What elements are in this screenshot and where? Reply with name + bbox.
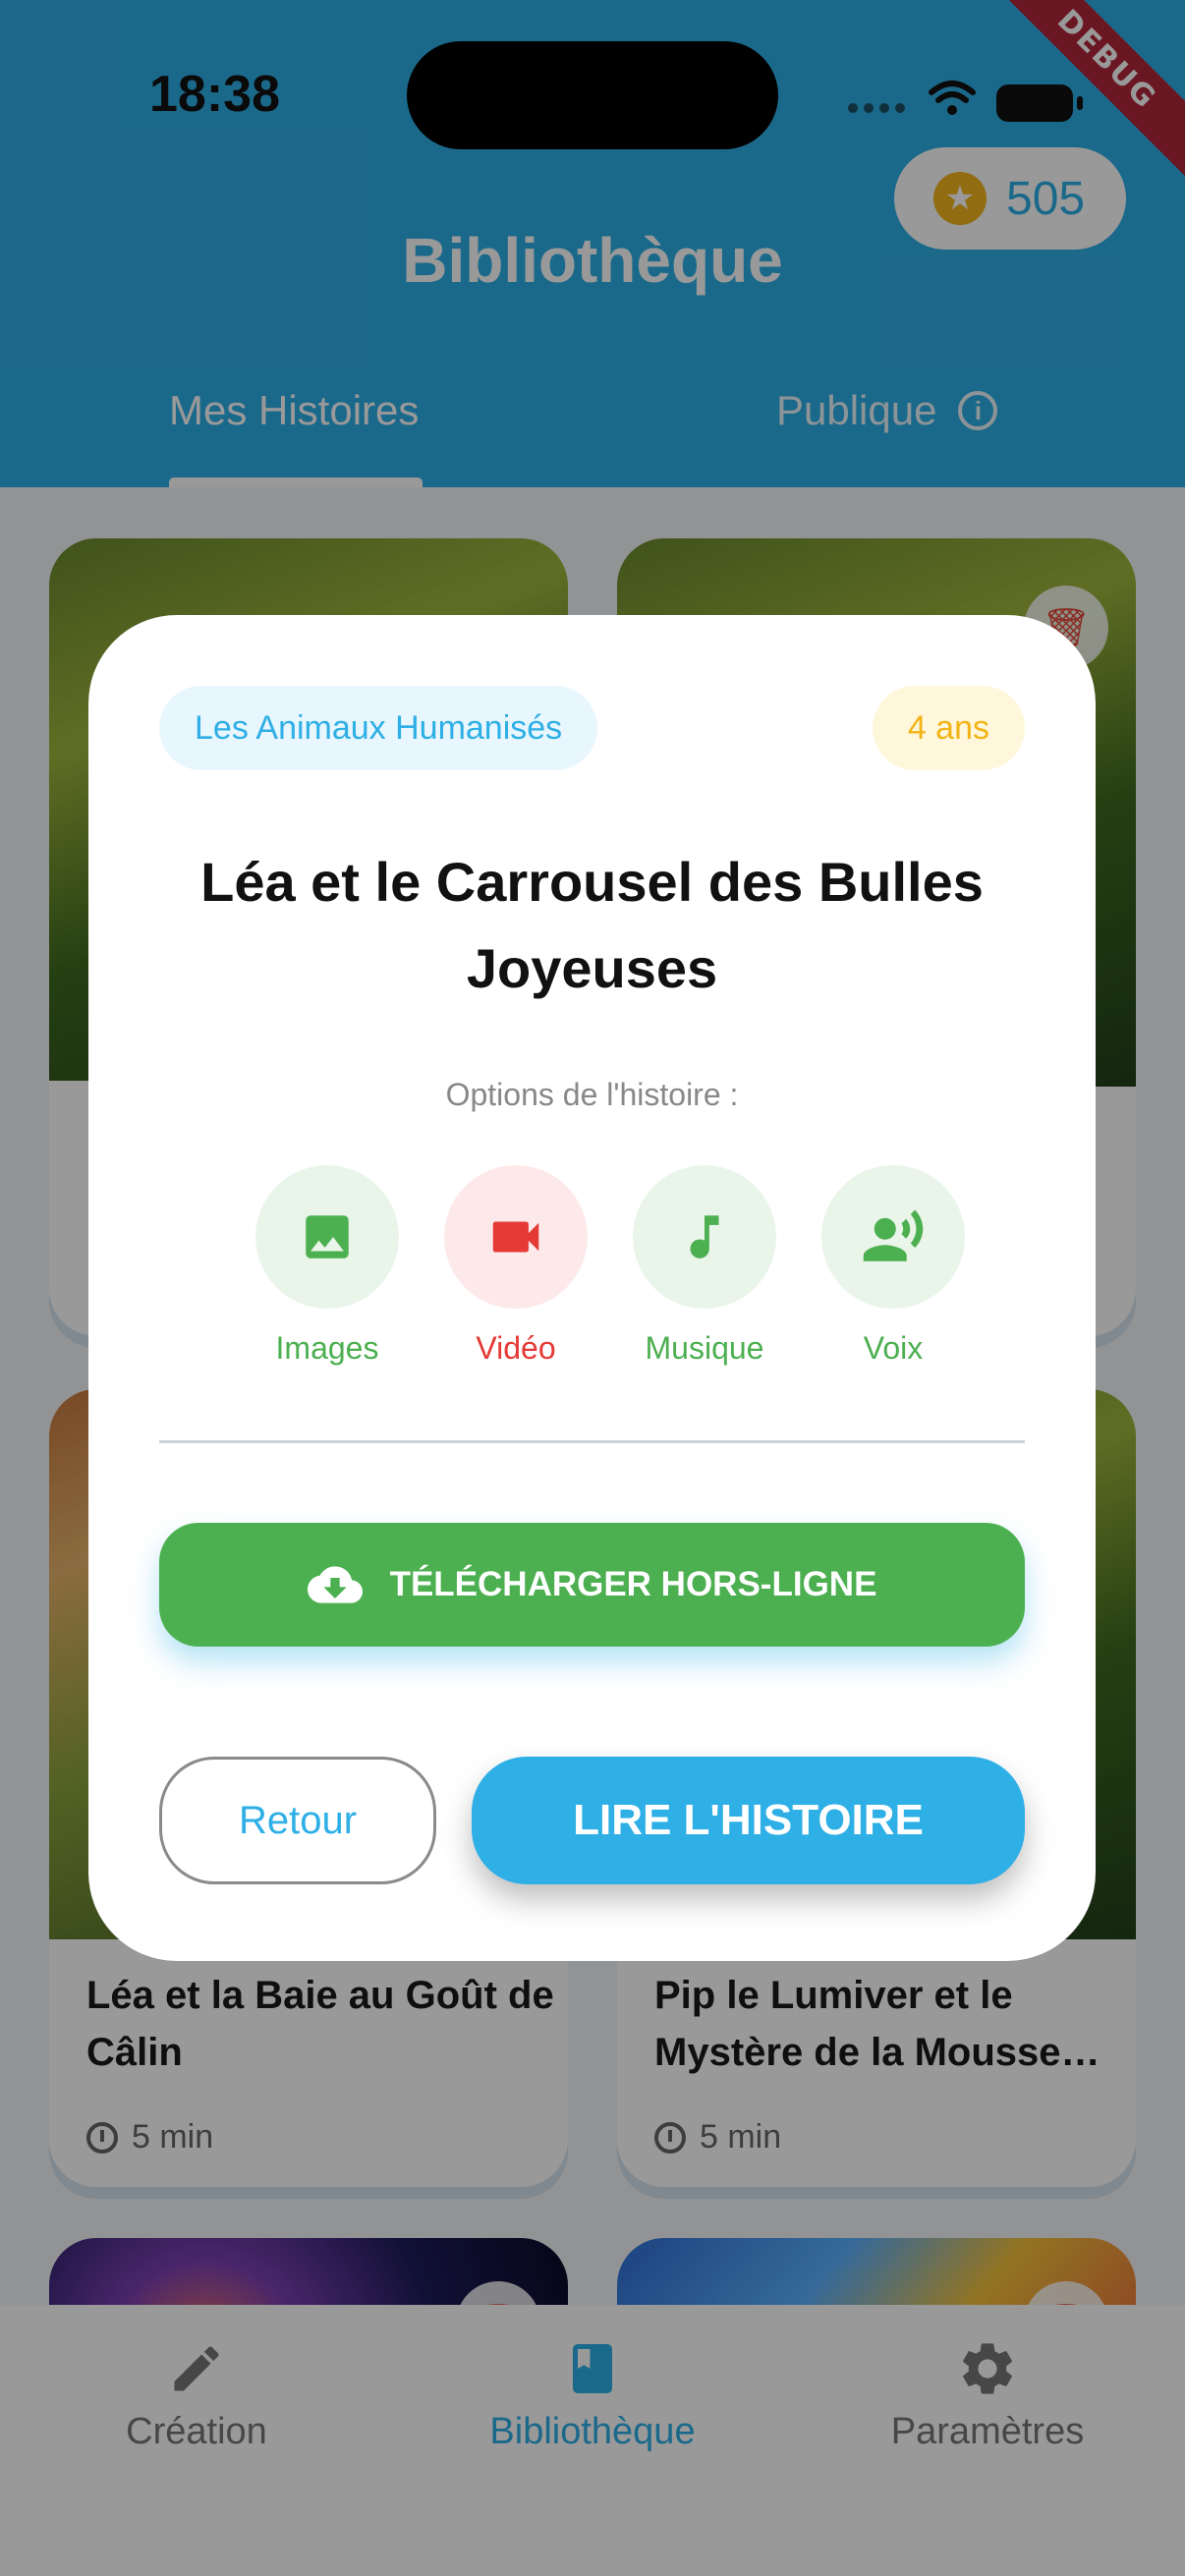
option-music[interactable]: Musique <box>616 1165 793 1367</box>
read-story-button[interactable]: LIRE L'HISTOIRE <box>472 1757 1025 1884</box>
option-label: Vidéo <box>476 1330 556 1366</box>
option-label: Musique <box>645 1330 764 1366</box>
download-offline-button[interactable]: TÉLÉCHARGER HORS-LIGNE <box>159 1523 1025 1647</box>
category-badge: Les Animaux Humanisés <box>159 686 598 770</box>
option-label: Voix <box>863 1330 924 1366</box>
option-label: Images <box>275 1330 379 1366</box>
option-images[interactable]: Images <box>239 1165 416 1367</box>
cloud-download-icon <box>307 1566 363 1603</box>
divider <box>159 1440 1025 1443</box>
option-voice[interactable]: Voix <box>805 1165 982 1367</box>
options-label: Options de l'histoire : <box>445 1077 739 1112</box>
music-note-icon <box>633 1165 776 1309</box>
age-badge: 4 ans <box>872 686 1025 770</box>
dialog-story-title: Léa et le Carrousel des Bulles Joyeuses <box>200 851 984 999</box>
download-label: TÉLÉCHARGER HORS-LIGNE <box>389 1565 877 1603</box>
story-options-dialog: Les Animaux Humanisés 4 ans Léa et le Ca… <box>88 615 1096 1961</box>
voice-icon <box>821 1165 965 1309</box>
option-video[interactable]: Vidéo <box>427 1165 604 1367</box>
back-button[interactable]: Retour <box>159 1757 436 1884</box>
video-camera-icon <box>444 1165 588 1309</box>
image-icon <box>255 1165 399 1309</box>
